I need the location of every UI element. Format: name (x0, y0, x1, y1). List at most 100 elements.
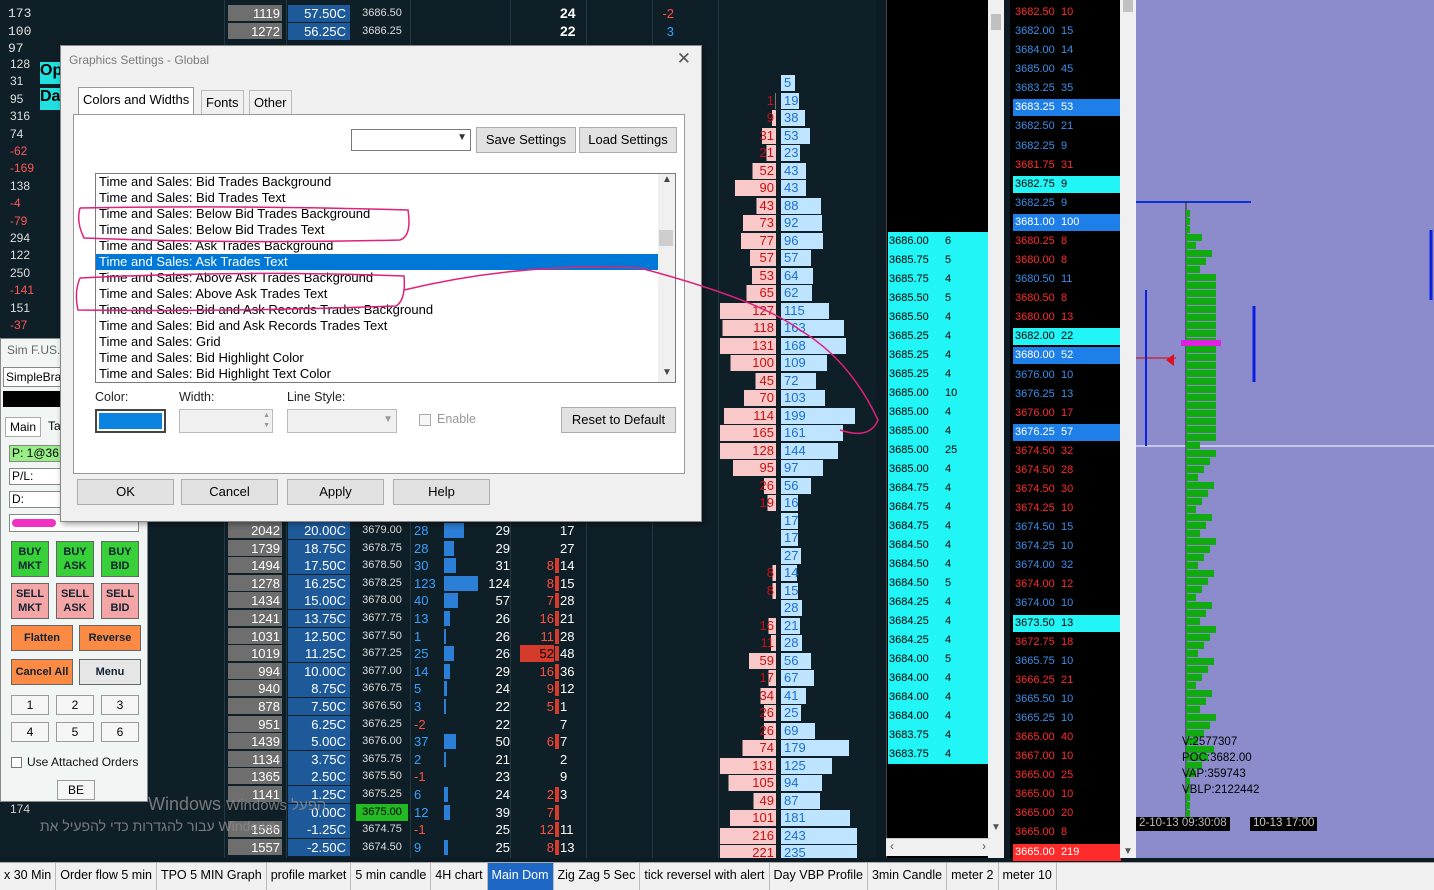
line-style-select[interactable]: ▼ (287, 409, 397, 433)
close-icon[interactable]: ✕ (677, 49, 691, 69)
price-cell[interactable]: 3674.50 (356, 839, 408, 856)
break-even-button[interactable]: BE (57, 780, 95, 800)
help-button[interactable]: Help (393, 479, 490, 505)
quantity-3-button[interactable]: 3 (101, 695, 139, 715)
price-cell[interactable]: 3678.75 (356, 540, 408, 557)
chart-tab[interactable]: profile market (267, 863, 352, 890)
price-cell[interactable]: 3676.00 (356, 733, 408, 750)
ok-button[interactable]: OK (77, 479, 174, 505)
price-cell[interactable]: 3676.50 (356, 698, 408, 715)
bid-size-cell[interactable]: 28 (414, 540, 442, 557)
price-row[interactable]: 3683.25 35 (1013, 80, 1121, 98)
chevron-down-icon[interactable]: ▼ (991, 822, 1001, 833)
price-row[interactable]: 3674.25 10 (1013, 538, 1121, 556)
chart-tab[interactable]: Order flow 5 min (56, 863, 157, 890)
quantity-4-button[interactable]: 4 (11, 722, 49, 742)
price-row[interactable]: 3674.00 10 (1013, 595, 1121, 613)
price-row[interactable]: 3682.75 9 (1013, 175, 1121, 193)
save-settings-button[interactable]: Save Settings (476, 127, 576, 153)
chevron-up-icon[interactable]: ▲ (662, 174, 672, 185)
price-row[interactable]: 3680.00 13 (1013, 309, 1121, 327)
scrollbar[interactable]: ▼ (988, 0, 1004, 858)
cancel-button[interactable]: Cancel (181, 479, 278, 505)
price-row[interactable]: 3674.50 30 (1013, 481, 1121, 498)
color-item[interactable]: Time and Sales: Below Bid Trades Text (96, 222, 675, 238)
price-cell[interactable]: 3686.50 (356, 5, 408, 22)
price-row[interactable]: 3676.25 57 (1013, 423, 1121, 441)
quantity-1-button[interactable]: 1 (11, 695, 49, 715)
price-row[interactable]: 3674.00 12 (1013, 576, 1121, 594)
price-row[interactable]: 3673.50 13 (1013, 614, 1121, 632)
color-item[interactable]: Time and Sales: Bid and Ask Records Trad… (96, 318, 675, 334)
bid-size-cell[interactable]: 28 (414, 522, 442, 539)
price-cell[interactable]: 3675.50 (356, 768, 408, 785)
sell-ask-button[interactable]: SELL ASK (56, 583, 94, 619)
price-row[interactable]: 3682.50 21 (1013, 118, 1121, 136)
price-row[interactable]: 3674.50 15 (1013, 519, 1121, 537)
bid-size-cell[interactable]: 40 (414, 592, 442, 609)
price-cell[interactable]: 3686.25 (356, 23, 408, 40)
color-item[interactable]: Time and Sales: Bid and Ask Records Trad… (96, 302, 675, 318)
price-row[interactable]: 3665.00 8 (1013, 824, 1121, 842)
price-cell[interactable]: 3677.75 (356, 610, 408, 627)
width-stepper[interactable]: ▲ ▼ (179, 409, 273, 433)
chart-tab[interactable]: tick reversel with alert (640, 863, 770, 890)
bid-size-cell[interactable]: 6 (414, 786, 442, 803)
bid-size-cell[interactable]: 123 (414, 575, 442, 592)
chart-tab[interactable]: x 30 Min (0, 863, 57, 890)
cancel-all-button[interactable]: Cancel All (11, 659, 73, 685)
strategy-dropdown[interactable]: SimpleBra (3, 367, 65, 387)
chevron-down-icon[interactable]: ▼ (1123, 846, 1133, 857)
price-row[interactable]: 3665.00 20 (1013, 805, 1121, 823)
color-item[interactable]: Time and Sales: Ask Trades Text (96, 254, 675, 270)
chart-tab[interactable]: 5 min candle (351, 863, 432, 890)
price-row[interactable]: 3682.00 15 (1013, 23, 1121, 41)
price-cell[interactable]: 3677.00 (356, 663, 408, 680)
market-profile-chart[interactable]: V:2577307 POC:3682.00 VAP:359743 VBLP:21… (1136, 0, 1434, 858)
chevron-right-icon[interactable]: › (982, 839, 986, 853)
quantity-6-button[interactable]: 6 (101, 722, 139, 742)
price-cell[interactable]: 3679.00 (356, 522, 408, 539)
settings-preset-select[interactable]: ▼ (351, 129, 471, 151)
price-cell[interactable]: 3678.00 (356, 592, 408, 609)
price-row[interactable]: 3684.00 14 (1013, 42, 1121, 60)
quantity-2-button[interactable]: 2 (56, 695, 94, 715)
price-cell[interactable]: 3674.75 (356, 821, 408, 838)
color-item[interactable]: Time and Sales: Below Bid Trades Backgro… (96, 206, 675, 222)
sell-bid-button[interactable]: SELL BID (101, 583, 139, 619)
color-item[interactable]: Time and Sales: Ask Trades Background (96, 238, 675, 254)
price-row[interactable]: 3666.25 21 (1013, 671, 1121, 689)
bid-size-cell[interactable]: 5 (414, 680, 442, 697)
buy-bid-button[interactable]: BUY BID (101, 541, 139, 577)
price-row[interactable]: 3665.00 25 (1013, 767, 1121, 785)
bid-size-cell[interactable]: 1 (414, 628, 442, 645)
buy-ask-button[interactable]: BUY ASK (56, 541, 94, 577)
bid-size-cell[interactable]: 2 (414, 751, 442, 768)
color-item[interactable]: Time and Sales: Above Ask Trades Backgro… (96, 270, 675, 286)
chart-tab[interactable]: TPO 5 MIN Graph (157, 863, 267, 890)
stepper-arrows-icon[interactable]: ▲ ▼ (263, 411, 270, 431)
tab-colors-and-widths[interactable]: Colors and Widths (78, 87, 195, 115)
chevron-down-icon[interactable]: ▼ (662, 367, 672, 378)
bid-size-cell[interactable]: 14 (414, 663, 442, 680)
price-row[interactable]: 3682.25 9 (1013, 137, 1121, 155)
price-cell[interactable]: 3677.25 (356, 645, 408, 662)
chart-tab[interactable]: meter 2 (947, 863, 999, 890)
price-row[interactable]: 3676.00 10 (1013, 366, 1121, 384)
price-row[interactable]: 3672.75 18 (1013, 633, 1121, 651)
color-item[interactable]: Time and Sales: Bid Highlight Color (96, 350, 675, 366)
bid-size-cell[interactable]: 12 (414, 804, 442, 821)
price-row[interactable]: 3682.50 10 (1013, 4, 1121, 21)
price-cell[interactable]: 3676.25 (356, 716, 408, 733)
menu-button[interactable]: Menu (79, 659, 141, 685)
price-row[interactable]: 3676.00 17 (1013, 404, 1121, 422)
price-row[interactable]: 3674.50 28 (1013, 461, 1121, 479)
color-item[interactable]: Time and Sales: Above Ask Trades Text (96, 286, 675, 302)
chart-tab[interactable]: meter 10 (999, 863, 1057, 890)
bid-size-cell[interactable]: 25 (414, 645, 442, 662)
reverse-button[interactable]: Reverse (79, 625, 141, 651)
tab-main[interactable]: Main (5, 417, 42, 437)
price-cell[interactable]: 3675.25 (356, 786, 408, 803)
bid-size-cell[interactable]: 13 (414, 610, 442, 627)
enable-checkbox[interactable] (419, 414, 431, 426)
